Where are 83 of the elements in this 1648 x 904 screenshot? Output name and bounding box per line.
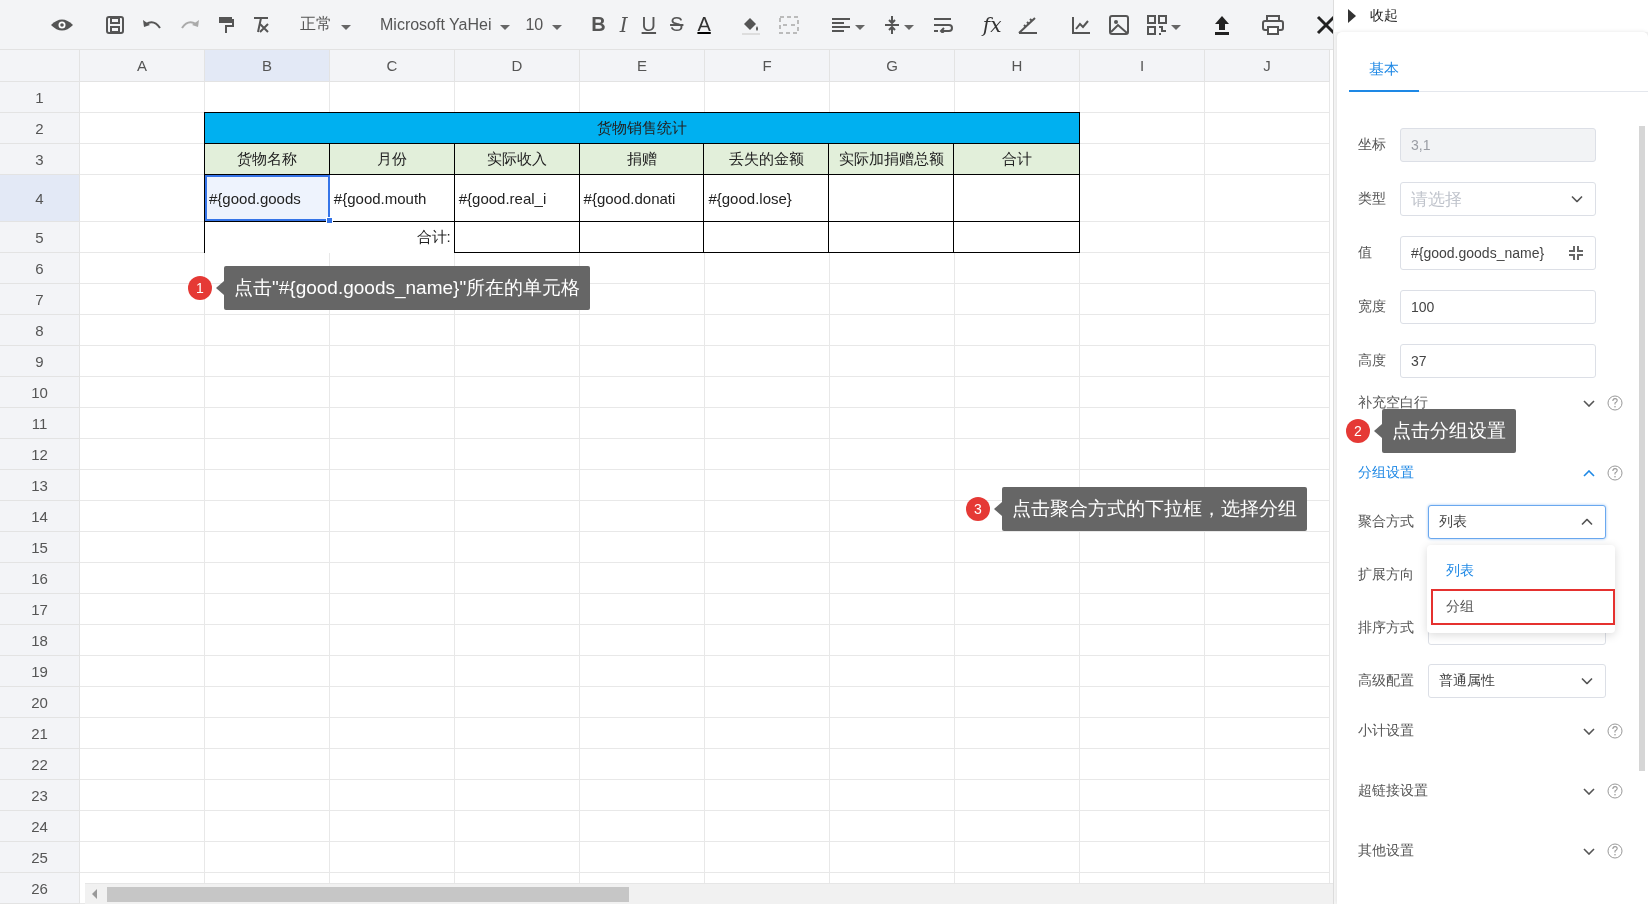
- column-heading: 货物名称: [205, 144, 330, 175]
- section-title[interactable]: 补充空白行: [1358, 394, 1428, 412]
- column-heading: 丢失的金额: [704, 144, 830, 175]
- field-label: 扩展方向: [1358, 566, 1415, 584]
- step-number: 3: [966, 497, 990, 521]
- field-label: 坐标: [1358, 136, 1387, 154]
- row-header[interactable]: 26: [0, 873, 80, 904]
- column-heading: 合计: [954, 144, 1079, 175]
- row-header[interactable]: 21: [0, 718, 80, 749]
- column-header[interactable]: I: [1080, 50, 1205, 82]
- row-header[interactable]: 7: [0, 284, 80, 315]
- table-cell[interactable]: #{good.goods: [205, 175, 330, 221]
- row-header[interactable]: 6: [0, 253, 80, 284]
- row-header[interactable]: 23: [0, 780, 80, 811]
- input-field[interactable]: 37: [1400, 344, 1596, 378]
- callout-tooltip: 点击"#{good.goods_name}"所在的单元格: [224, 266, 591, 310]
- section-title[interactable]: 分组设置: [1358, 464, 1414, 482]
- row-header[interactable]: 24: [0, 811, 80, 842]
- column-heading: 实际加捐赠总额: [829, 144, 955, 175]
- field-label: 排序方式: [1358, 619, 1415, 637]
- input-field: 3,1: [1400, 128, 1596, 162]
- step-number: 1: [188, 276, 212, 300]
- row-header[interactable]: 5: [0, 222, 80, 253]
- select-field[interactable]: 普通属性: [1428, 664, 1606, 698]
- input-field[interactable]: #{good.goods_name}: [1400, 236, 1596, 270]
- select-field[interactable]: 列表: [1428, 505, 1606, 539]
- toolbar-dropdown[interactable]: Microsoft YaHei: [380, 15, 512, 34]
- row-header[interactable]: 1: [0, 82, 80, 113]
- field-label: 类型: [1358, 190, 1387, 208]
- toolbar-button[interactable]: U: [641, 13, 657, 36]
- toolbar-dropdown[interactable]: 10: [525, 15, 564, 34]
- row-header[interactable]: 18: [0, 625, 80, 656]
- callout-tooltip: 点击聚合方式的下拉框，选择分组: [1002, 487, 1307, 531]
- column-header[interactable]: F: [705, 50, 830, 82]
- field-label: 高级配置: [1358, 672, 1415, 690]
- row-header[interactable]: 16: [0, 563, 80, 594]
- column-header[interactable]: D: [455, 50, 580, 82]
- report-title: 货物销售统计: [205, 113, 1079, 144]
- section-title[interactable]: 小计设置: [1358, 722, 1414, 740]
- row-header[interactable]: 4: [0, 175, 80, 222]
- section-title[interactable]: 超链接设置: [1358, 782, 1428, 800]
- field-label: 高度: [1358, 352, 1387, 370]
- column-heading: 捐赠: [579, 144, 705, 175]
- tab[interactable]: 基本: [1349, 60, 1419, 92]
- collapse-toggle[interactable]: 收起: [1348, 7, 1398, 25]
- toolbar-button[interactable]: B: [591, 13, 606, 36]
- row-header[interactable]: 19: [0, 656, 80, 687]
- toolbar-button[interactable]: fx: [982, 12, 1002, 37]
- field-label: 宽度: [1358, 298, 1387, 316]
- column-header[interactable]: A: [80, 50, 205, 82]
- column-header[interactable]: H: [955, 50, 1080, 82]
- row-header[interactable]: 10: [0, 377, 80, 408]
- section-title[interactable]: 其他设置: [1358, 842, 1414, 860]
- row-header[interactable]: 13: [0, 470, 80, 501]
- row-header[interactable]: 15: [0, 532, 80, 563]
- dropdown-option[interactable]: 列表: [1427, 553, 1615, 589]
- row-header[interactable]: 25: [0, 842, 80, 873]
- column-header[interactable]: G: [830, 50, 955, 82]
- toolbar-button[interactable]: A: [697, 13, 711, 36]
- row-header[interactable]: 9: [0, 346, 80, 377]
- column-header[interactable]: C: [330, 50, 455, 82]
- dropdown-option[interactable]: 分组: [1431, 589, 1615, 625]
- toolbar-button[interactable]: S: [670, 13, 684, 36]
- row-header[interactable]: 17: [0, 594, 80, 625]
- row-header[interactable]: 2: [0, 113, 80, 144]
- input-field[interactable]: 100: [1400, 290, 1596, 324]
- field-label: 聚合方式: [1358, 513, 1415, 531]
- row-header[interactable]: 8: [0, 315, 80, 346]
- row-header[interactable]: 12: [0, 439, 80, 470]
- row-header[interactable]: 3: [0, 144, 80, 175]
- row-header[interactable]: 22: [0, 749, 80, 780]
- column-header[interactable]: J: [1205, 50, 1330, 82]
- column-heading: 月份: [329, 144, 455, 175]
- row-header[interactable]: 11: [0, 408, 80, 439]
- toolbar-button[interactable]: I: [619, 12, 628, 37]
- callout-tooltip: 点击分组设置: [1382, 409, 1516, 453]
- column-header[interactable]: B: [205, 50, 330, 82]
- field-label: 值: [1358, 244, 1373, 262]
- column-heading: 实际收入: [454, 144, 580, 175]
- column-header[interactable]: E: [580, 50, 705, 82]
- row-header[interactable]: 20: [0, 687, 80, 718]
- toolbar-dropdown[interactable]: 正常: [300, 14, 352, 35]
- row-header[interactable]: 14: [0, 501, 80, 532]
